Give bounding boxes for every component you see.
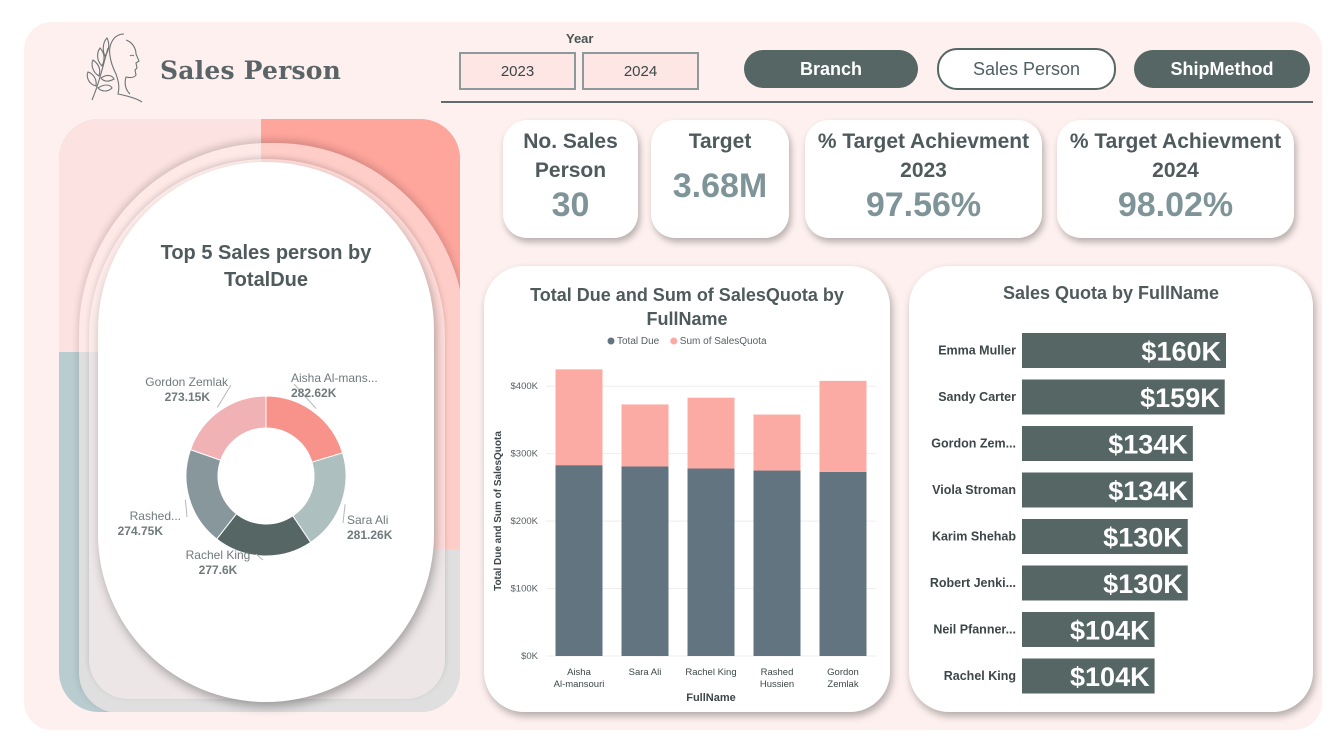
- donut-slice-label: Aisha Al-mans...: [291, 371, 378, 385]
- donut-leader-line: [184, 499, 188, 518]
- page-title: Sales Person: [160, 56, 341, 85]
- year-2024-button[interactable]: 2024: [582, 52, 699, 90]
- x-tick-label: Sara Ali: [629, 667, 662, 678]
- kpi-sales-person-label-line2: Person: [534, 159, 607, 182]
- combo-bar-segment[interactable]: [555, 465, 603, 656]
- donut-slice-label: Rachel King: [186, 548, 251, 562]
- combo-bar-segment[interactable]: [687, 397, 735, 469]
- donut-leader-line: [342, 504, 346, 524]
- quota-value-label: $130K: [1103, 523, 1183, 553]
- kpi-achievement-2024-label-line2: 2024: [1152, 159, 1199, 182]
- x-tick-label: Hussien: [760, 679, 794, 690]
- donut-slice-label: Rashed...: [130, 509, 181, 523]
- quota-value-label: $130K: [1103, 569, 1183, 599]
- y-axis-label: Total Due and Sum of SalesQuota: [493, 431, 504, 591]
- y-tick-label: $300K: [511, 449, 539, 460]
- legend-marker: [670, 337, 678, 345]
- combo-bar-chart: Total Due Sum of SalesQuota $0K $100K $200K $…: [493, 336, 876, 704]
- kpi-card-achievement-2023: % Target Achievment 2023 97.56%: [805, 120, 1042, 238]
- quota-value-label: $159K: [1140, 383, 1220, 413]
- donut-slice-label: Gordon Zemlak: [145, 375, 229, 389]
- combo-bar-segment[interactable]: [621, 404, 669, 467]
- kpi-achievement-2023-label-line1: % Target Achievment: [817, 130, 1030, 153]
- quota-value-label: $104K: [1070, 662, 1150, 692]
- quota-value-label: $104K: [1070, 616, 1150, 646]
- kpi-sales-person-label: No. Sales Person: [503, 120, 638, 185]
- x-tick-label: Aisha: [567, 667, 591, 678]
- quota-chart-card: Sales Quota by FullName Emma Muller $160K…: [909, 266, 1313, 712]
- kpi-card-achievement-2024: % Target Achievment 2024 98.02%: [1057, 120, 1294, 238]
- kpi-achievement-2024-label-line1: % Target Achievment: [1069, 130, 1282, 153]
- combo-chart-card: Total Due and Sum of SalesQuota by FullN…: [484, 266, 890, 712]
- combo-bar-segment[interactable]: [753, 414, 801, 471]
- combo-bar-segment[interactable]: [687, 468, 735, 656]
- combo-bar-segment[interactable]: [819, 471, 867, 656]
- y-tick-label: $0K: [521, 651, 539, 662]
- combo-bar-segment[interactable]: [621, 466, 669, 656]
- y-tick-label: $200K: [511, 516, 539, 527]
- donut-slice-value: 273.15K: [165, 390, 211, 404]
- donut-slice-value: 281.26K: [347, 528, 393, 542]
- kpi-sales-person-value: 30: [551, 186, 590, 224]
- donut-slice-value: 274.75K: [118, 524, 164, 538]
- x-tick-label: Zemlak: [827, 679, 858, 690]
- branch-button[interactable]: Branch: [744, 50, 918, 88]
- y-tick-label: $100K: [511, 584, 539, 595]
- face-logo-icon: [86, 33, 143, 103]
- quota-name-label: Rachel King: [944, 669, 1016, 683]
- quota-name-label: Viola Stroman: [932, 483, 1016, 497]
- quota-value-label: $134K: [1108, 476, 1188, 506]
- combo-bar-segment[interactable]: [555, 369, 603, 466]
- quota-name-label: Emma Muller: [938, 344, 1016, 358]
- x-tick-label: Gordon: [827, 667, 859, 678]
- quota-name-label: Gordon Zem...: [931, 437, 1016, 451]
- kpi-card-sales-person: No. Sales Person 30: [503, 120, 638, 238]
- donut-slice[interactable]: [265, 395, 344, 463]
- kpi-achievement-2024-value: 98.02%: [1117, 186, 1234, 224]
- x-tick-label: Rachel King: [685, 667, 736, 678]
- quota-name-label: Robert Jenki...: [930, 576, 1016, 590]
- donut-chart: Aisha Al-mans...282.62K Sara Ali281.26K Ra…: [118, 371, 393, 577]
- x-axis-label: FullName: [686, 692, 736, 704]
- year-2023-button[interactable]: 2023: [459, 52, 576, 90]
- kpi-target-value: 3.68M: [672, 167, 768, 205]
- quota-name-label: Neil Pfanner...: [933, 623, 1016, 637]
- quota-bar-chart: Emma Muller $160K Sandy Carter $159K Gordon …: [930, 333, 1226, 694]
- legend-label: Total Due: [617, 336, 660, 347]
- donut-slice[interactable]: [189, 395, 267, 461]
- ship-method-button[interactable]: ShipMethod: [1134, 50, 1310, 88]
- combo-bar-segment[interactable]: [753, 470, 801, 656]
- kpi-achievement-2024-label: % Target Achievment 2024: [1057, 120, 1294, 185]
- quota-name-label: Sandy Carter: [938, 390, 1016, 404]
- kpi-sales-person-label-line1: No. Sales: [523, 130, 618, 153]
- kpi-achievement-2023-label: % Target Achievment 2023: [805, 120, 1042, 185]
- donut-slice-value: 277.6K: [199, 563, 238, 577]
- kpi-target-label: Target: [688, 130, 752, 153]
- x-tick-label: Rashed: [761, 667, 794, 678]
- sales-person-button[interactable]: Sales Person: [937, 48, 1116, 90]
- quota-value-label: $134K: [1108, 430, 1188, 460]
- donut-slice-value: 282.62K: [291, 386, 337, 400]
- legend-label: Sum of SalesQuota: [680, 336, 767, 347]
- quota-name-label: Karim Shehab: [932, 530, 1016, 544]
- quota-value-label: $160K: [1141, 337, 1221, 367]
- combo-bar-segment[interactable]: [819, 380, 867, 472]
- kpi-achievement-2023-label-line2: 2023: [900, 159, 947, 182]
- header-divider: [441, 101, 1313, 103]
- x-tick-label: Al-mansouri: [554, 679, 605, 690]
- donut-slice-label: Sara Ali: [347, 513, 388, 527]
- y-tick-label: $400K: [511, 381, 539, 392]
- kpi-card-target: Target 3.68M: [651, 120, 789, 238]
- year-filter-label: Year: [566, 31, 594, 46]
- legend-marker: [607, 337, 615, 345]
- donut-chart-card: Top 5 Sales person by TotalDue Aisha Al-…: [98, 162, 434, 702]
- kpi-achievement-2023-value: 97.56%: [865, 186, 982, 224]
